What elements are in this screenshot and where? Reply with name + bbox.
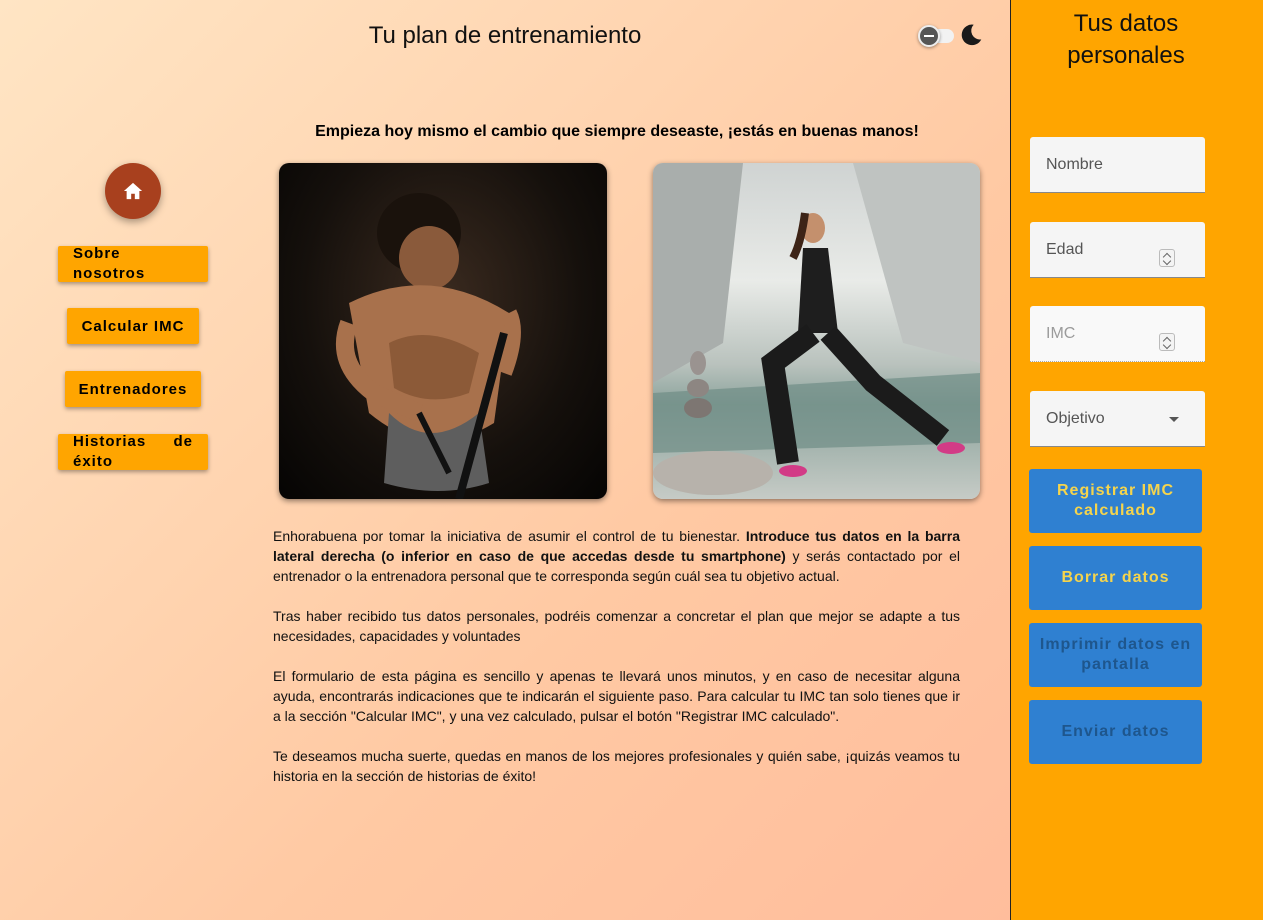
- imc-stepper-icon: [1159, 333, 1175, 351]
- nombre-field[interactable]: [1030, 137, 1205, 193]
- tagline: Empieza hoy mismo el cambio que siempre …: [315, 123, 919, 140]
- chevron-down-icon[interactable]: [1169, 417, 1179, 422]
- imc-field: [1030, 306, 1205, 362]
- sidebar-title: Tus datos personales: [1067, 10, 1185, 69]
- edad-field[interactable]: [1030, 222, 1205, 278]
- moon-icon: [961, 24, 982, 46]
- imc-input: [1030, 306, 1205, 361]
- theme-toggle[interactable]: [918, 22, 984, 50]
- nav-calcular-imc-button[interactable]: Calcular IMC: [67, 308, 199, 344]
- intro-paragraph-3: El formulario de esta página es sencillo…: [273, 668, 960, 724]
- borrar-datos-button[interactable]: Borrar datos: [1029, 546, 1202, 610]
- intro-paragraph-4: Te deseamos mucha suerte, quedas en mano…: [273, 748, 960, 784]
- intro-paragraph-1: Enhorabuena por tomar la iniciativa de a…: [273, 528, 960, 584]
- intro-text: Enhorabuena por tomar la iniciativa de a…: [273, 526, 960, 806]
- home-button[interactable]: [105, 163, 161, 219]
- nombre-input[interactable]: [1030, 137, 1205, 192]
- trainer-man-photo: [279, 163, 607, 499]
- edad-stepper-icon[interactable]: [1159, 249, 1175, 267]
- page-title: Tu plan de entrenamiento: [368, 22, 642, 49]
- trainer-woman-photo: [653, 163, 980, 499]
- nav-historias-exito-button[interactable]: Historias de éxito: [58, 433, 208, 470]
- personal-data-sidebar: Tus datos personales Registrar IMC calcu…: [1010, 0, 1263, 920]
- objetivo-select[interactable]: [1030, 391, 1205, 447]
- edad-input[interactable]: [1030, 222, 1205, 277]
- enviar-datos-button[interactable]: Enviar datos: [1029, 700, 1202, 764]
- nav-entrenadores-button[interactable]: Entrenadores: [65, 371, 201, 407]
- intro-paragraph-2: Tras haber recibido tus datos personales…: [273, 608, 960, 644]
- nav-sobre-nosotros-button[interactable]: Sobre nosotros: [58, 245, 208, 282]
- home-icon: [123, 182, 143, 200]
- registrar-imc-button[interactable]: Registrar IMC calculado: [1029, 469, 1202, 533]
- imprimir-datos-button[interactable]: Imprimir datos en pantalla: [1029, 623, 1202, 687]
- nav-historias-label: Historias de éxito: [73, 433, 193, 470]
- toggle-switch-icon[interactable]: [918, 25, 940, 47]
